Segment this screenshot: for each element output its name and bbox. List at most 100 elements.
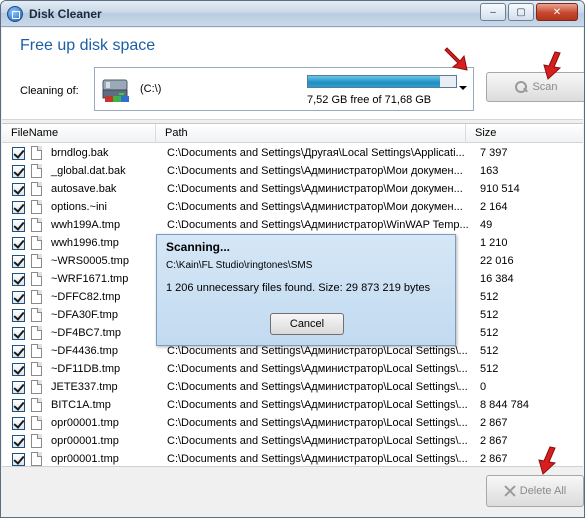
filename-text: BITC1A.tmp [51, 399, 111, 411]
filename-cell: wwh1996.tmp [2, 236, 165, 250]
path-cell: C:\Documents and Settings\Администратор\… [167, 183, 463, 195]
filename-text: wwh199A.tmp [51, 219, 121, 231]
column-header-path[interactable]: Path [156, 124, 466, 143]
filename-cell: ~DF11DB.tmp [2, 362, 165, 376]
filename-cell: ~DFA30F.tmp [2, 308, 165, 322]
size-cell: 0 [480, 381, 487, 393]
filename-cell: BITC1A.tmp [2, 398, 165, 412]
size-cell: 2 867 [480, 417, 508, 429]
row-checkbox[interactable] [12, 236, 25, 250]
row-checkbox[interactable] [12, 218, 25, 232]
row-checkbox[interactable] [12, 362, 25, 376]
filename-text: ~DFA30F.tmp [51, 309, 118, 321]
row-checkbox[interactable] [12, 434, 25, 448]
filename-cell: options.~ini [2, 200, 165, 214]
row-checkbox[interactable] [12, 416, 25, 430]
minimize-button[interactable]: – [480, 3, 506, 21]
search-icon [514, 80, 528, 94]
disk-usage-fill [308, 76, 441, 87]
disk-usage-bar [307, 75, 457, 88]
close-button[interactable]: ✕ [536, 3, 578, 21]
table-row[interactable]: BITC1A.tmp C:\Documents and Settings\Адми… [2, 396, 583, 414]
file-icon [31, 200, 42, 214]
row-checkbox[interactable] [12, 254, 25, 268]
delete-all-button[interactable]: Delete All [486, 475, 584, 507]
filename-text: ~DF11DB.tmp [51, 363, 121, 375]
table-row[interactable]: opr00001.tmp C:\Documents and Settings\Ад… [2, 450, 583, 466]
row-checkbox[interactable] [12, 326, 25, 340]
file-icon [31, 182, 42, 196]
file-icon [31, 416, 42, 430]
free-space-text: 7,52 GB free of 71,68 GB [307, 94, 432, 106]
file-icon [31, 398, 42, 412]
filename-text: ~WRS0005.tmp [51, 255, 129, 267]
file-icon [31, 434, 42, 448]
chevron-down-icon[interactable] [459, 86, 467, 90]
size-cell: 16 384 [480, 273, 514, 285]
table-row[interactable]: wwh199A.tmp C:\Documents and Settings\Адм… [2, 216, 583, 234]
table-row[interactable]: _global.dat.bak C:\Documents and Settings… [2, 162, 583, 180]
drive-select[interactable]: (C:\) 7,52 GB free of 71,68 GB [94, 67, 474, 111]
path-cell: C:\Documents and Settings\Администратор\… [167, 165, 463, 177]
filename-cell: ~DF4436.tmp [2, 344, 165, 358]
red-arrow-icon [444, 44, 474, 74]
row-checkbox[interactable] [12, 290, 25, 304]
path-cell: C:\Documents and Settings\Администратор\… [167, 399, 468, 411]
app-icon [7, 6, 23, 22]
table-row[interactable]: autosave.bak C:\Documents and Settings\Ад… [2, 180, 583, 198]
row-checkbox[interactable] [12, 380, 25, 394]
file-icon [31, 236, 42, 250]
size-cell: 910 514 [480, 183, 520, 195]
file-icon [31, 290, 42, 304]
filename-text: JETE337.tmp [51, 381, 118, 393]
row-checkbox[interactable] [12, 272, 25, 286]
file-icon [31, 254, 42, 268]
row-checkbox[interactable] [12, 452, 25, 466]
window-title: Disk Cleaner [29, 7, 102, 21]
table-row[interactable]: options.~ini C:\Documents and Settings\Ад… [2, 198, 583, 216]
row-checkbox[interactable] [12, 182, 25, 196]
drive-name: (C:\) [140, 83, 162, 95]
path-cell: C:\Documents and Settings\Администратор\… [167, 201, 463, 213]
filename-cell: brndlog.bak [2, 146, 165, 160]
cancel-button[interactable]: Cancel [270, 313, 344, 335]
table-row[interactable]: opr00001.tmp C:\Documents and Settings\Ад… [2, 414, 583, 432]
title-bar[interactable]: Disk Cleaner – ▢ ✕ [1, 1, 584, 27]
size-cell: 22 016 [480, 255, 514, 267]
table-row[interactable]: ~DF11DB.tmp C:\Documents and Settings\Адм… [2, 360, 583, 378]
row-checkbox[interactable] [12, 344, 25, 358]
filename-text: opr00001.tmp [51, 435, 119, 447]
scan-result-message: 1 206 unnecessary files found. Size: 29 … [166, 282, 431, 294]
row-checkbox[interactable] [12, 398, 25, 412]
filename-text: options.~ini [51, 201, 107, 213]
footer-panel: Delete All [2, 466, 584, 517]
path-cell: C:\Documents and Settings\Администратор\… [167, 345, 468, 357]
row-checkbox[interactable] [12, 146, 25, 160]
size-cell: 2 164 [480, 201, 508, 213]
filename-text: wwh1996.tmp [51, 237, 119, 249]
file-icon [31, 164, 42, 178]
app-window: Disk Cleaner – ▢ ✕ Free up disk space Cl… [0, 0, 585, 518]
filename-text: autosave.bak [51, 183, 117, 195]
table-row[interactable]: JETE337.tmp C:\Documents and Settings\Адм… [2, 378, 583, 396]
size-cell: 512 [480, 291, 499, 303]
table-row[interactable]: brndlog.bak C:\Documents and Settings\Дру… [2, 144, 583, 162]
path-cell: C:\Documents and Settings\Администратор\… [167, 435, 468, 447]
column-header-size[interactable]: Size [466, 124, 583, 143]
filename-cell: ~WRS0005.tmp [2, 254, 165, 268]
file-icon [31, 326, 42, 340]
column-header-filename[interactable]: FileName [2, 124, 156, 143]
filename-cell: ~DFFC82.tmp [2, 290, 165, 304]
maximize-button[interactable]: ▢ [508, 3, 534, 21]
file-icon [31, 452, 42, 466]
filename-cell: autosave.bak [2, 182, 165, 196]
table-row[interactable]: opr00001.tmp C:\Documents and Settings\Ад… [2, 432, 583, 450]
hard-drive-icon [102, 79, 129, 102]
file-icon [31, 146, 42, 160]
filename-text: ~DF4436.tmp [51, 345, 118, 357]
row-checkbox[interactable] [12, 164, 25, 178]
row-checkbox[interactable] [12, 308, 25, 322]
row-checkbox[interactable] [12, 200, 25, 214]
size-cell: 7 397 [480, 147, 508, 159]
filename-cell: opr00001.tmp [2, 452, 165, 466]
